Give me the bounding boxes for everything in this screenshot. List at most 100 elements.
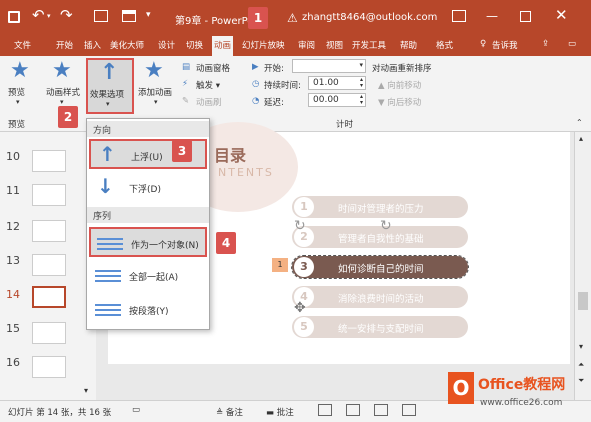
trigger-button[interactable]: 触发 ▾ xyxy=(196,79,220,91)
toc-item[interactable]: 4 消除浪费时间的活动 xyxy=(292,286,468,308)
start-select[interactable]: ▾ xyxy=(292,59,366,73)
slide-thumbnail[interactable] xyxy=(32,150,66,172)
slide-thumbnail-pane: 10 11 12 13 14 15 16 ▾ xyxy=(0,132,96,400)
scroll-down-icon[interactable]: ▾ xyxy=(579,342,583,351)
direction-header: 方向 xyxy=(87,121,209,137)
reading-view-icon[interactable] xyxy=(374,404,388,416)
float-down-option[interactable]: ↓ 下浮(D) xyxy=(89,173,207,203)
undo-dropdown-icon[interactable]: ▾ xyxy=(47,12,51,20)
tab-beautify[interactable]: 美化大师 xyxy=(110,39,144,51)
tab-slideshow[interactable]: 幻灯片放映 xyxy=(242,39,285,51)
float-up-label: 上浮(U) xyxy=(131,153,163,163)
tab-developer[interactable]: 开发工具 xyxy=(352,39,386,51)
step-badge-4: 4 xyxy=(216,232,236,254)
redo-icon[interactable]: ↷ xyxy=(60,6,73,24)
tab-review[interactable]: 审阅 xyxy=(298,39,315,51)
rotate-handle-icon[interactable]: ↻ xyxy=(380,218,392,234)
present-icon[interactable] xyxy=(94,10,108,22)
animation-style-button[interactable]: 动画样式 xyxy=(46,86,80,98)
slide-thumbnail[interactable] xyxy=(32,220,66,242)
ribbon-display-icon[interactable] xyxy=(452,10,466,22)
effect-options-button[interactable]: ↑ 效果选项 ▾ xyxy=(86,58,134,114)
by-paragraph-option[interactable]: 按段落(Y) xyxy=(89,295,207,325)
sequence-header: 序列 xyxy=(87,207,209,223)
preview-button[interactable]: 预览 xyxy=(8,86,25,98)
all-at-once-option[interactable]: 全部一起(A) xyxy=(89,261,207,291)
step-badge-2: 2 xyxy=(58,106,78,128)
slide-thumbnail[interactable] xyxy=(32,254,66,276)
slide-thumbnail-current[interactable] xyxy=(32,286,66,308)
tab-format[interactable]: 格式 xyxy=(436,39,453,51)
tab-transitions[interactable]: 切换 xyxy=(186,39,203,51)
move-cursor-icon: ✥ xyxy=(294,300,306,316)
move-later-button[interactable]: ▼ 向后移动 xyxy=(378,96,421,108)
tab-insert[interactable]: 插入 xyxy=(84,39,101,51)
animation-brush-button[interactable]: 动画刷 xyxy=(196,96,222,108)
slide-number: 11 xyxy=(6,184,20,197)
list-icon xyxy=(97,235,123,253)
delay-label: 延迟: xyxy=(264,98,284,108)
watermark-url: www.office26.com xyxy=(480,398,563,408)
close-icon[interactable]: ✕ xyxy=(555,6,568,24)
preview-star-icon: ★ xyxy=(10,58,30,83)
up-arrow-icon: ↑ xyxy=(100,60,119,85)
comments-button[interactable]: ▬ 批注 xyxy=(266,406,294,418)
slide-thumbnail[interactable] xyxy=(32,322,66,344)
save-icon[interactable] xyxy=(8,11,20,23)
table-icon[interactable] xyxy=(122,10,136,22)
tab-help[interactable]: 帮助 xyxy=(400,39,417,51)
toc-item[interactable]: 1 时间对管理者的压力 xyxy=(292,196,468,218)
comment-icon[interactable]: ▭ xyxy=(568,39,576,49)
tab-design[interactable]: 设计 xyxy=(158,39,175,51)
list-icon xyxy=(95,267,121,285)
spellcheck-icon[interactable]: ▭ xyxy=(132,405,140,415)
scroll-thumb[interactable] xyxy=(578,292,588,310)
duration-input[interactable]: 01.00 ▴ ▾ xyxy=(308,76,366,90)
share-icon[interactable]: ⇪ xyxy=(542,39,549,49)
as-one-object-option[interactable]: 作为一个对象(N) xyxy=(89,227,207,257)
lightbulb-icon: ♀ xyxy=(480,39,487,49)
scroll-up-icon[interactable]: ▴ xyxy=(579,134,583,143)
undo-icon[interactable]: ↶ xyxy=(32,6,45,24)
minimize-icon[interactable]: — xyxy=(486,9,498,23)
warning-icon: ⚠ xyxy=(287,11,298,25)
account-email[interactable]: zhangtt8464@outlook.com xyxy=(302,12,437,23)
tell-me-search[interactable]: 告诉我 xyxy=(492,39,518,51)
preview-dropdown-icon[interactable]: ▾ xyxy=(16,98,20,106)
tab-file[interactable]: 文件 xyxy=(14,39,31,51)
animation-style-dropdown-icon[interactable]: ▾ xyxy=(60,98,64,106)
step-badge-3: 3 xyxy=(172,140,192,162)
tab-view[interactable]: 视图 xyxy=(326,39,343,51)
move-earlier-button[interactable]: ▲ 向前移动 xyxy=(378,79,421,91)
step-badge-1: 1 xyxy=(248,7,268,29)
toc-item-text: 消除浪费时间的活动 xyxy=(338,294,424,305)
add-animation-dropdown-icon[interactable]: ▾ xyxy=(154,98,158,106)
slide-thumbnail[interactable] xyxy=(32,184,66,206)
toc-item[interactable]: 5 统一安排与支配时间 xyxy=(292,316,468,338)
vertical-scrollbar[interactable]: ▴ ▾ ⏶ ⏷ xyxy=(574,132,591,400)
notes-button[interactable]: ≜ 备注 xyxy=(216,406,243,418)
slide-sorter-icon[interactable] xyxy=(346,404,360,416)
maximize-icon[interactable] xyxy=(520,11,531,22)
slideshow-icon[interactable] xyxy=(402,404,416,416)
toc-item-selected[interactable]: 3 如何诊断自己的时间 xyxy=(291,255,469,279)
customize-qat-icon[interactable]: ▾ xyxy=(146,10,151,20)
delay-input[interactable]: 00.00 ▴ ▾ xyxy=(308,93,366,107)
tab-animations[interactable]: 动画 xyxy=(212,36,234,56)
add-animation-button[interactable]: 添加动画 xyxy=(138,86,172,98)
slide-subtitle: NTENTS xyxy=(218,166,274,179)
title-bar: ↶ ▾ ↷ ▾ 第9章 - PowerPoint ⚠ zhangtt8464@o… xyxy=(0,0,591,36)
normal-view-icon[interactable] xyxy=(318,404,332,416)
effect-options-dropdown-icon: ▾ xyxy=(106,100,110,108)
all-at-once-label: 全部一起(A) xyxy=(129,273,179,283)
delay-spinner-icon[interactable]: ▴ ▾ xyxy=(360,94,363,106)
pane-scroll-down-icon[interactable]: ▾ xyxy=(84,386,88,395)
duration-spinner-icon[interactable]: ▴ ▾ xyxy=(360,77,363,89)
rotate-handle-icon[interactable]: ↻ xyxy=(294,218,306,234)
trigger-icon: ⚡ xyxy=(182,79,188,89)
collapse-ribbon-icon[interactable]: ⌃ xyxy=(576,118,583,127)
animation-pane-button[interactable]: 动画窗格 xyxy=(196,62,230,74)
tab-home[interactable]: 开始 xyxy=(56,39,73,51)
add-animation-star-icon: ★ xyxy=(144,58,164,83)
slide-thumbnail[interactable] xyxy=(32,356,66,378)
